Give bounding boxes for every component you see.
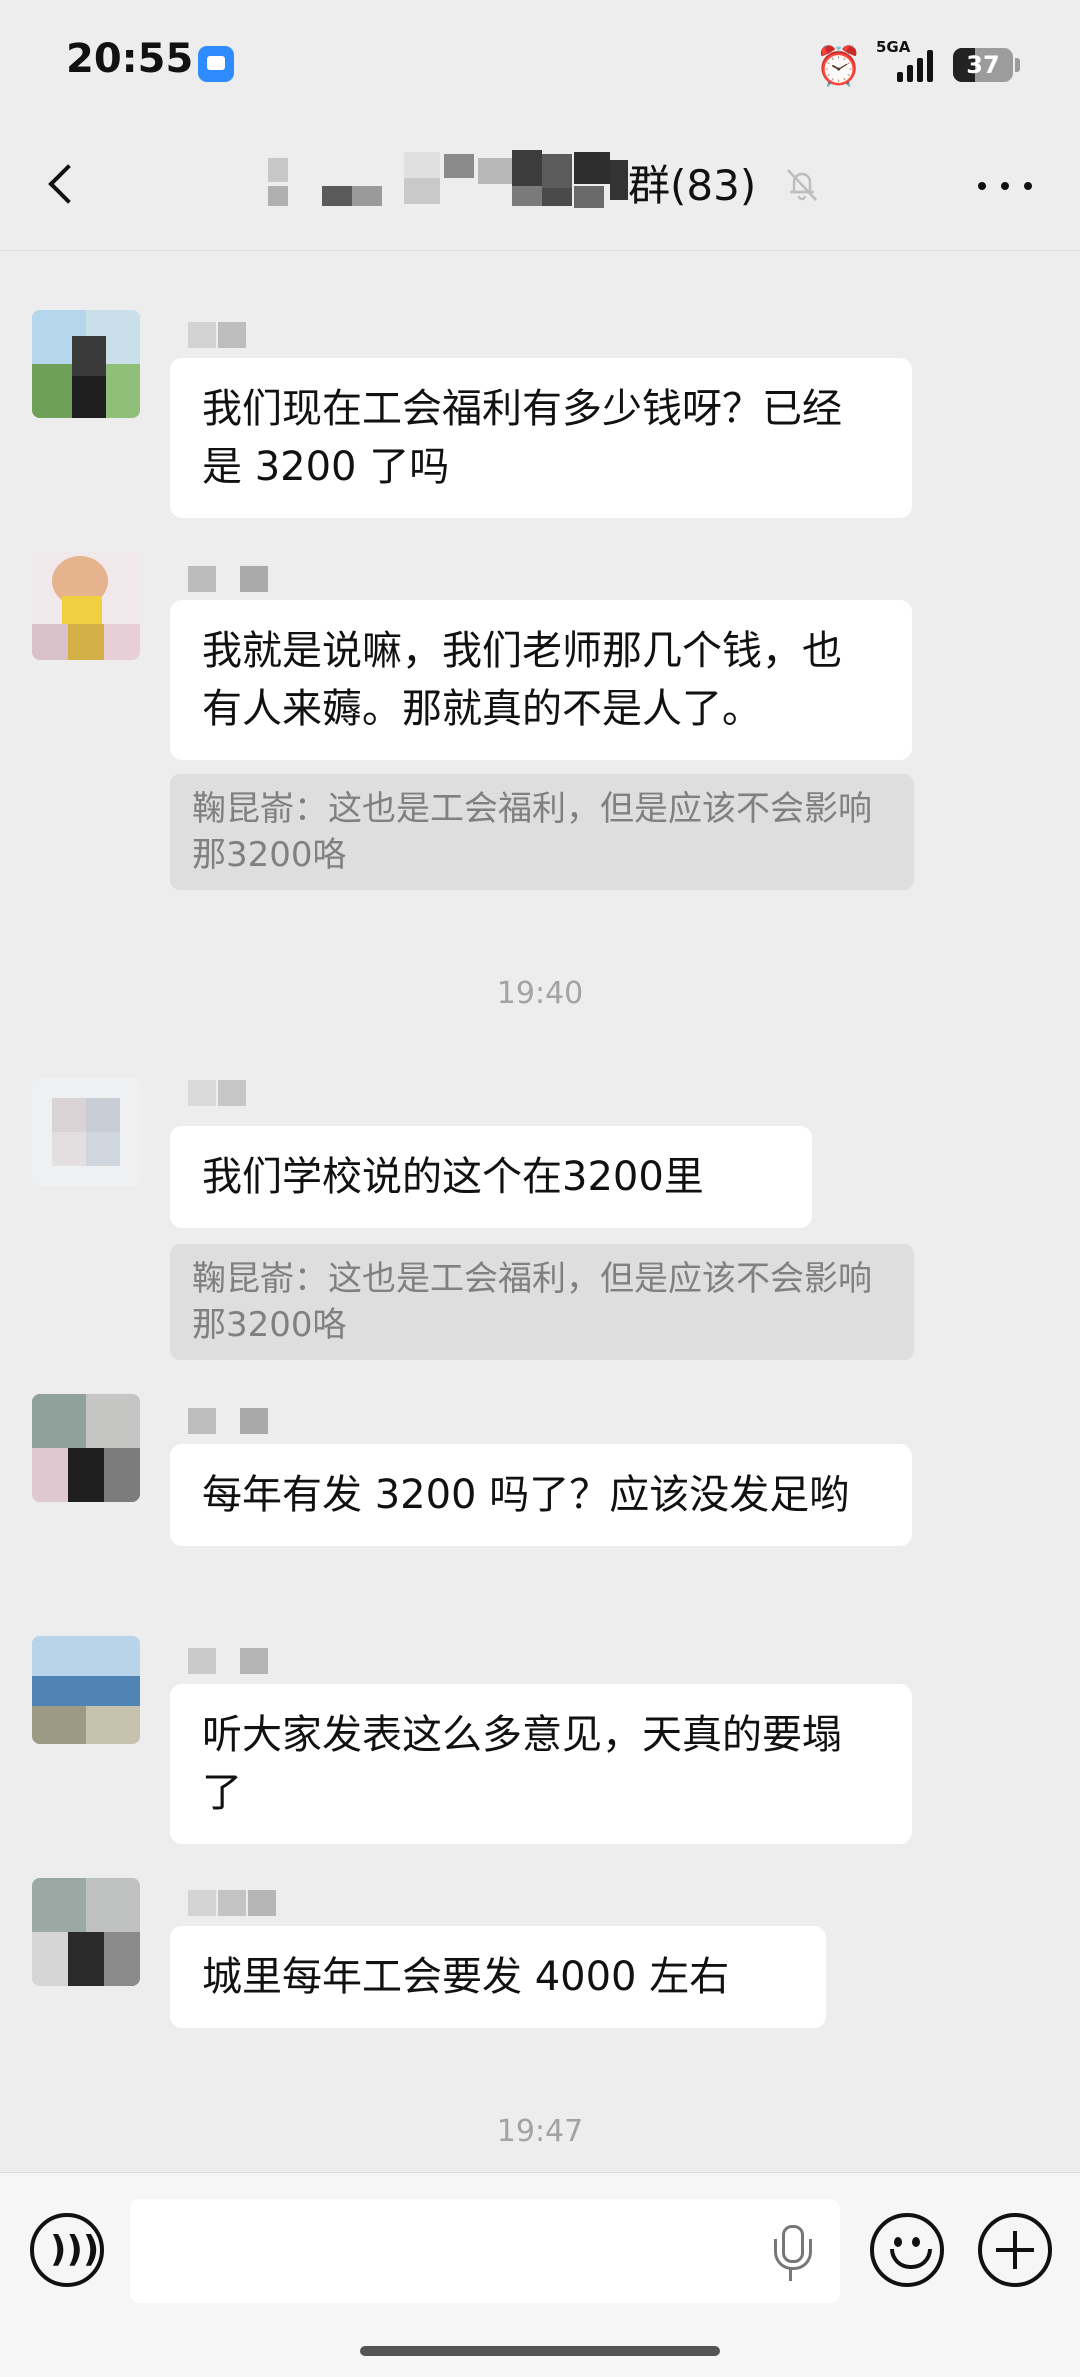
message-bubble[interactable]: 我就是说嘛，我们老师那几个钱，也有人来薅。那就真的不是人了。 (170, 600, 912, 760)
page-title: 群(83) (628, 161, 757, 210)
status-bar: 20:55 ⏰ 5GA 37 (0, 0, 1080, 120)
avatar[interactable] (32, 1636, 140, 1744)
quoted-message[interactable]: 鞠昆嵛：这也是工会福利，但是应该不会影响那3200咯 (170, 774, 914, 890)
emoji-icon[interactable] (870, 2213, 944, 2287)
alarm-icon: ⏰ (815, 44, 863, 88)
quoted-message[interactable]: 鞠昆嵛：这也是工会福利，但是应该不会影响那3200咯 (170, 1244, 914, 1360)
battery-icon: 37 (953, 48, 1013, 82)
battery-level: 37 (966, 51, 1000, 79)
battery-tip (1015, 58, 1020, 72)
app-notification-icon (198, 46, 234, 82)
avatar[interactable] (32, 310, 140, 418)
message-bubble[interactable]: 城里每年工会要发 4000 左右 (170, 1926, 826, 2028)
home-indicator[interactable] (360, 2346, 720, 2356)
message-input[interactable] (130, 2199, 840, 2303)
message-bubble[interactable]: 我们现在工会福利有多少钱呀？已经是 3200 了吗 (170, 358, 912, 518)
timestamp: 19:47 (496, 2114, 584, 2149)
message-bubble[interactable]: 听大家发表这么多意见，天真的要塌了 (170, 1684, 912, 1844)
timestamp: 19:40 (496, 976, 584, 1011)
message-bubble[interactable]: 我们学校说的这个在3200里 (170, 1126, 812, 1228)
avatar[interactable] (32, 1078, 140, 1186)
message-bubble[interactable]: 每年有发 3200 吗了？应该没发足哟 (170, 1444, 912, 1546)
more-icon[interactable] (972, 154, 1038, 214)
voice-icon[interactable]: ))) (30, 2213, 104, 2287)
signal-icon (897, 48, 937, 82)
status-time: 20:55 (66, 36, 194, 82)
avatar[interactable] (32, 552, 140, 660)
avatar[interactable] (32, 1394, 140, 1502)
title-redacted (268, 150, 628, 230)
avatar[interactable] (32, 1878, 140, 1986)
chat-header: 群(83) (0, 120, 1080, 251)
bell-off-icon (787, 169, 817, 201)
mic-icon[interactable] (770, 2225, 812, 2281)
plus-icon[interactable] (978, 2213, 1052, 2287)
back-icon[interactable] (36, 148, 96, 218)
